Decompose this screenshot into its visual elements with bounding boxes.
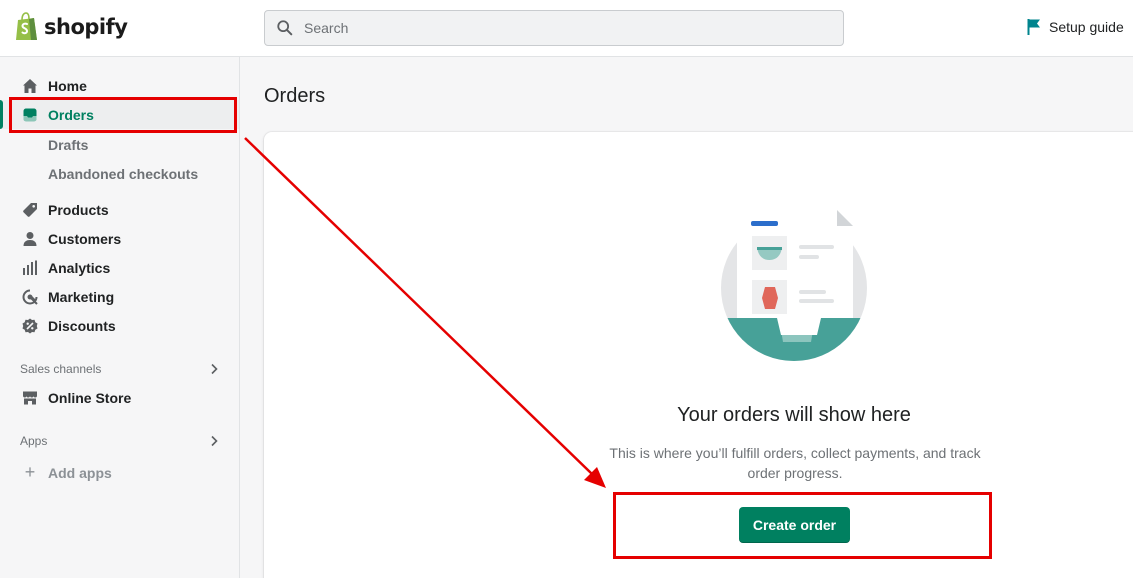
add-apps-label: Add apps [48, 464, 112, 481]
sidebar-item-label: Analytics [48, 259, 111, 276]
sidebar-item-label: Products [48, 201, 109, 218]
empty-state-description: This is where you’ll fulfill orders, col… [609, 445, 981, 481]
setup-guide-label: Setup guide [1049, 19, 1124, 35]
brand-name: shopify [44, 15, 128, 39]
shopify-logo[interactable]: shopify [14, 12, 128, 42]
search-icon [277, 20, 293, 36]
sidebar-item-label: Online Store [48, 389, 132, 406]
sales-channels-heading: Sales channels [20, 362, 102, 376]
home-icon [21, 77, 39, 95]
empty-state-heading: Your orders will show here [677, 404, 911, 426]
setup-guide-button[interactable]: Setup guide [1026, 18, 1124, 36]
apps-header[interactable]: Apps [20, 434, 220, 448]
page-title: Orders [264, 85, 326, 107]
sidebar-item-label: Marketing [48, 288, 115, 305]
tag-icon [21, 201, 39, 219]
sidebar-item-label: Home [48, 77, 87, 94]
bar-chart-icon [21, 259, 39, 277]
search-input[interactable] [304, 20, 804, 36]
sidebar-item-customers[interactable]: Customers [0, 224, 239, 253]
apps-heading: Apps [20, 434, 48, 448]
sidebar-item-home[interactable]: Home [0, 71, 239, 100]
orders-empty-illustration [721, 210, 867, 361]
sidebar-subitem-abandoned-checkouts[interactable]: Abandoned checkouts [48, 166, 198, 182]
top-bar: shopify Setup guide [0, 0, 1133, 57]
sidebar-item-label: Customers [48, 230, 122, 247]
target-icon [21, 288, 39, 306]
chevron-right-icon[interactable] [208, 435, 220, 447]
sidebar-item-analytics[interactable]: Analytics [0, 253, 239, 282]
sidebar: Home Orders Drafts Abandoned checkouts P… [0, 57, 240, 578]
sidebar-item-discounts[interactable]: Discounts [0, 311, 239, 340]
person-icon [21, 230, 39, 248]
flag-icon [1027, 19, 1040, 35]
sales-channels-header[interactable]: Sales channels [20, 362, 220, 376]
chevron-right-icon[interactable] [208, 363, 220, 375]
create-order-highlight-box [613, 492, 992, 559]
sidebar-subitem-drafts[interactable]: Drafts [48, 137, 88, 153]
sidebar-item-marketing[interactable]: Marketing [0, 282, 239, 311]
sidebar-item-products[interactable]: Products [0, 195, 239, 224]
plus-icon: + [24, 462, 36, 482]
store-icon [21, 389, 39, 407]
sidebar-item-online-store[interactable]: Online Store [0, 383, 239, 412]
discount-icon [21, 317, 39, 335]
search-bar[interactable] [264, 10, 844, 46]
shopify-bag-icon [16, 12, 37, 40]
sidebar-item-label: Discounts [48, 317, 116, 334]
add-apps-button[interactable]: + Add apps [20, 462, 112, 483]
orders-highlight-box [9, 97, 237, 133]
